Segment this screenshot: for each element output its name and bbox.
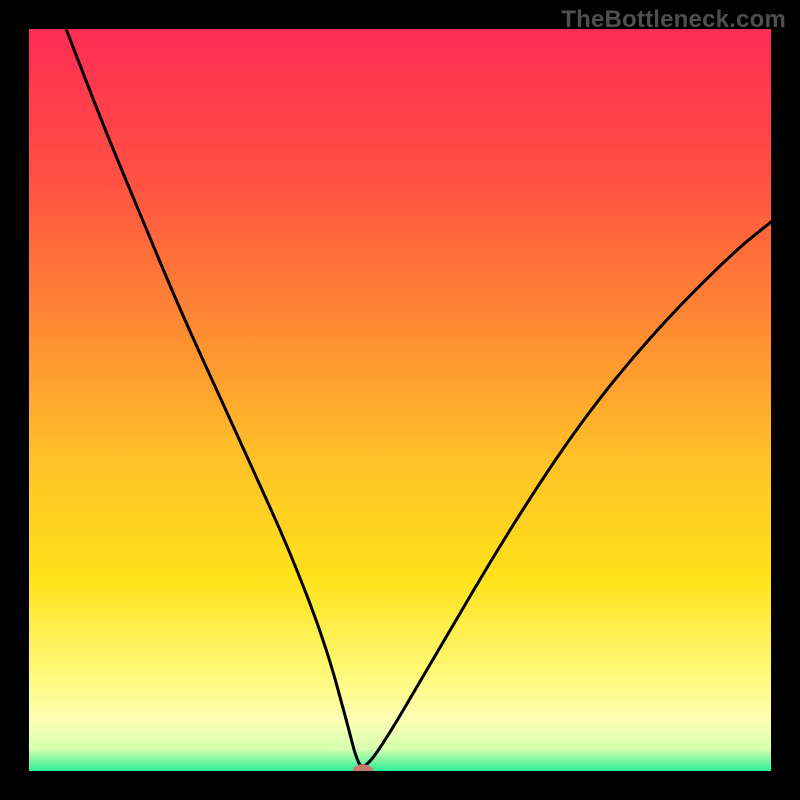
plot-area xyxy=(29,29,771,771)
gradient-background xyxy=(29,29,771,771)
chart-frame: TheBottleneck.com xyxy=(0,0,800,800)
